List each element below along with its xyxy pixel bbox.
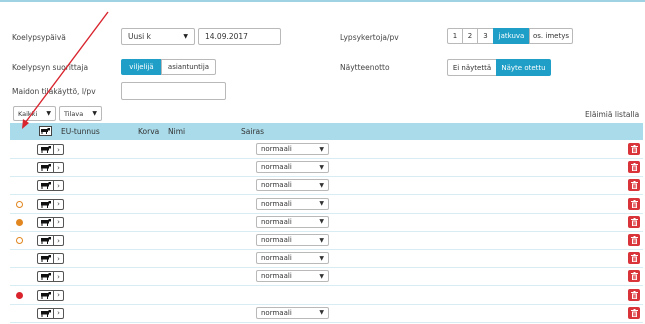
annotation-arrow <box>22 11 109 129</box>
annotation-arrow-line <box>24 11 109 124</box>
annotation-arrow-head <box>22 119 29 129</box>
